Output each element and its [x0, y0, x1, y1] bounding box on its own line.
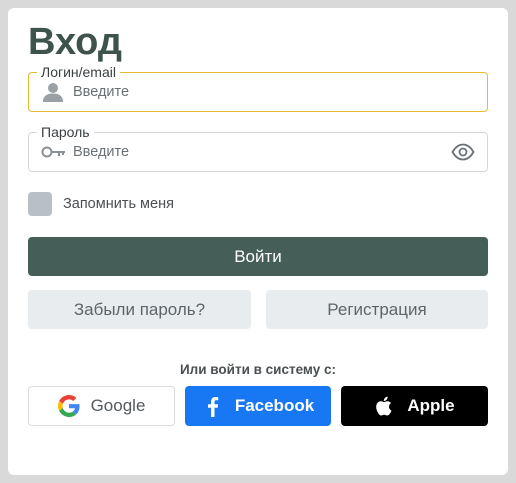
facebook-login-button[interactable]: Facebook: [185, 386, 331, 426]
facebook-icon: [202, 395, 224, 417]
remember-me: Запомнить меня: [28, 192, 174, 216]
eye-icon[interactable]: [451, 142, 475, 162]
forgot-password-button[interactable]: Забыли пароль?: [28, 290, 251, 329]
remember-me-checkbox[interactable]: [28, 192, 52, 216]
apple-icon: [374, 395, 396, 417]
register-button[interactable]: Регистрация: [266, 290, 488, 329]
login-field[interactable]: Логин/email: [28, 63, 488, 112]
apple-login-button[interactable]: Apple: [341, 386, 488, 426]
google-icon: [57, 395, 80, 417]
login-card: Вход Логин/email Пароль Запом: [8, 8, 508, 475]
remember-me-label[interactable]: Запомнить меня: [63, 196, 174, 212]
user-icon: [41, 82, 65, 102]
social-login-caption: Или войти в систему с:: [179, 362, 337, 377]
google-login-button[interactable]: Google: [28, 386, 175, 426]
password-field[interactable]: Пароль: [28, 123, 488, 172]
key-icon: [41, 142, 65, 162]
password-input[interactable]: [73, 133, 443, 171]
login-input[interactable]: [73, 73, 443, 111]
page-title: Вход: [28, 21, 122, 63]
apple-login-label: Apple: [407, 396, 455, 415]
google-login-label: Google: [90, 396, 146, 415]
facebook-login-label: Facebook: [234, 396, 315, 415]
login-button[interactable]: Войти: [28, 237, 488, 276]
